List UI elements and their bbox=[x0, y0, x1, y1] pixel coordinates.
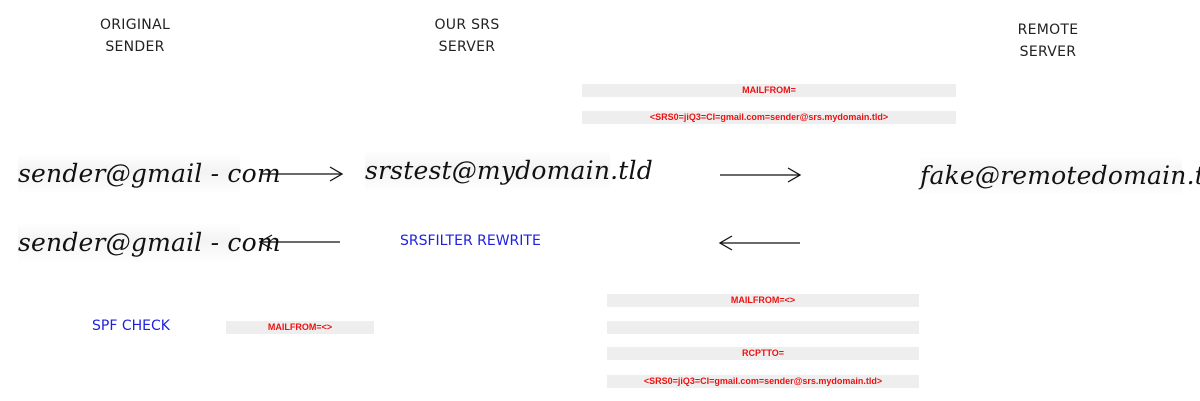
srsfilter-rewrite-label: SRSFILTER REWRITE bbox=[400, 233, 541, 249]
header-our-srs-server-line1: OUR SRS bbox=[434, 17, 500, 33]
remote-address: fake@remotedomain.tld bbox=[920, 156, 1200, 196]
forward-mailfrom-label: MAILFROM= bbox=[582, 84, 956, 97]
header-our-srs-server-line2: SERVER bbox=[438, 39, 496, 55]
return-rcptto-value: <SRS0=jiQ3=CI=gmail.com=sender@srs.mydom… bbox=[607, 375, 919, 388]
return-mailfrom-label: MAILFROM=<> bbox=[607, 294, 919, 307]
sender-address-forward: sender@gmail - com bbox=[18, 154, 281, 194]
header-remote-server-line2: SERVER bbox=[1019, 44, 1077, 60]
arrow-left-srs-to-sender bbox=[258, 234, 340, 250]
header-our-srs-server: OUR SRS SERVER bbox=[412, 14, 522, 58]
header-remote-server: REMOTE SERVER bbox=[993, 19, 1103, 63]
arrow-right-srs-to-remote bbox=[720, 167, 802, 183]
sender-address-return: sender@gmail - com bbox=[18, 223, 281, 263]
return-blank-band bbox=[607, 321, 919, 334]
header-remote-server-line1: REMOTE bbox=[1017, 22, 1079, 38]
return-rcptto-label: RCPTTO= bbox=[607, 347, 919, 360]
spf-mailfrom-label: MAILFROM=<> bbox=[226, 321, 374, 334]
spf-check-label: SPF CHECK bbox=[92, 318, 170, 334]
header-original-sender-line2: SENDER bbox=[105, 39, 165, 55]
srs-server-address: srstest@mydomain.tld bbox=[365, 150, 653, 192]
header-original-sender: ORIGINAL SENDER bbox=[80, 14, 190, 58]
arrow-left-remote-to-srs bbox=[718, 235, 800, 251]
forward-mailfrom-value: <SRS0=jiQ3=CI=gmail.com=sender@srs.mydom… bbox=[582, 111, 956, 124]
arrow-right-sender-to-srs bbox=[262, 166, 344, 182]
header-original-sender-line1: ORIGINAL bbox=[99, 17, 171, 33]
